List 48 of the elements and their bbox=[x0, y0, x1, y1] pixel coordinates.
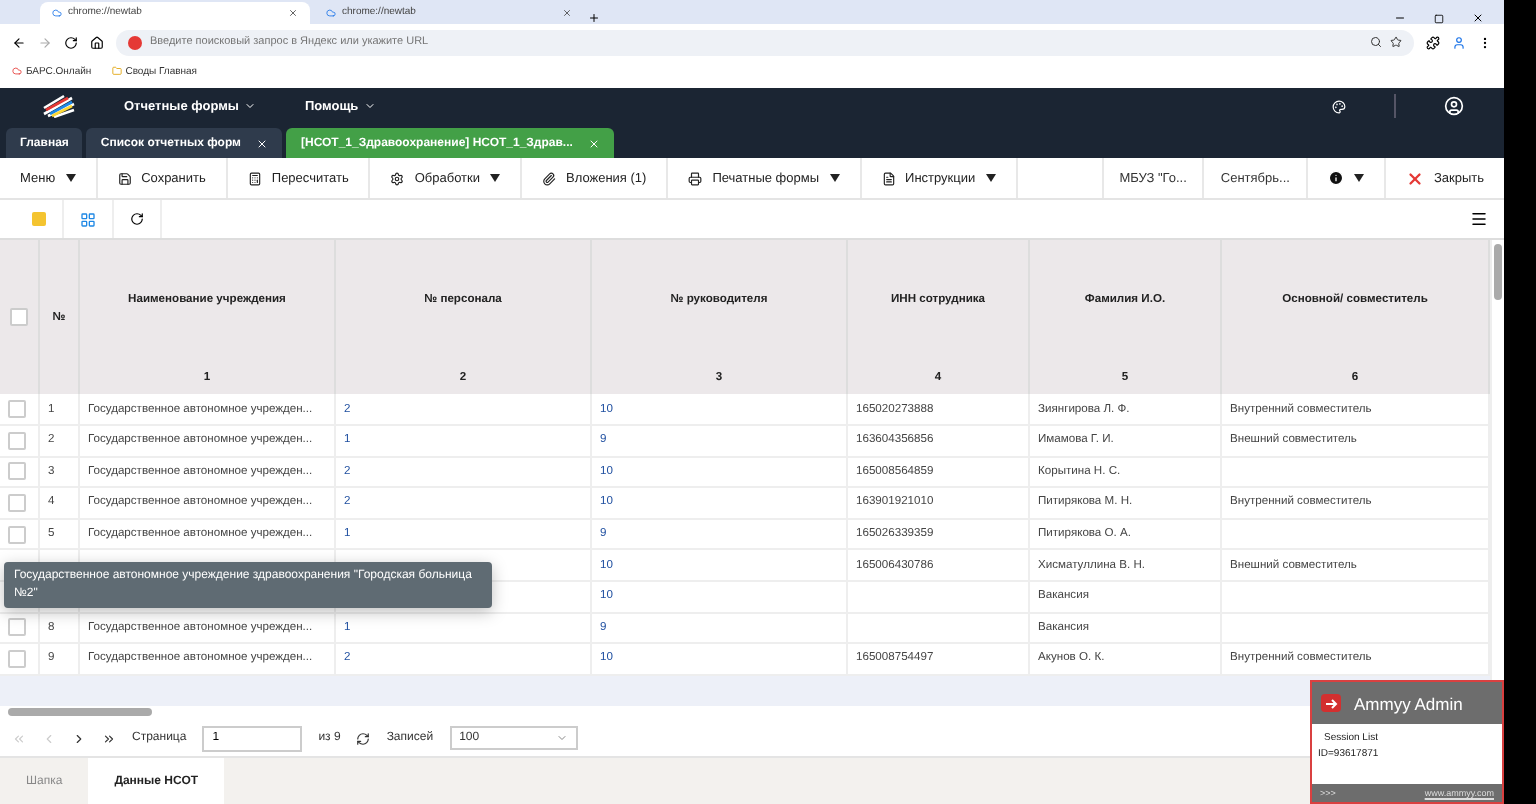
user-icon[interactable] bbox=[1444, 96, 1464, 117]
palette-icon[interactable] bbox=[1332, 99, 1346, 114]
close-icon[interactable] bbox=[1472, 11, 1484, 24]
chevron-down-icon bbox=[244, 100, 257, 113]
gear-icon bbox=[390, 171, 405, 186]
refresh-icon[interactable] bbox=[356, 731, 371, 746]
cloud-icon bbox=[52, 7, 62, 18]
checkbox[interactable] bbox=[8, 493, 26, 512]
checkbox[interactable] bbox=[8, 400, 26, 419]
refresh-icon bbox=[130, 212, 144, 227]
cloud-icon bbox=[12, 66, 22, 77]
menu-icon[interactable] bbox=[1470, 210, 1488, 229]
logo-icon bbox=[40, 94, 76, 119]
checkbox[interactable] bbox=[8, 525, 26, 544]
star-icon[interactable] bbox=[1390, 36, 1402, 49]
calculator-icon bbox=[247, 171, 262, 186]
cloud-icon bbox=[326, 7, 336, 18]
maximize-icon[interactable] bbox=[1434, 13, 1444, 24]
extensions-icon[interactable] bbox=[1426, 35, 1440, 50]
chevron-down-icon bbox=[364, 100, 377, 113]
checkbox[interactable] bbox=[10, 308, 28, 327]
checkbox[interactable] bbox=[8, 431, 26, 450]
vertical-scrollbar[interactable] bbox=[1494, 244, 1502, 301]
app-icon bbox=[1320, 692, 1342, 714]
minimize-icon[interactable] bbox=[1394, 11, 1406, 24]
horizontal-scrollbar[interactable] bbox=[8, 708, 152, 717]
last-page-icon[interactable] bbox=[102, 731, 116, 746]
save-icon bbox=[117, 171, 132, 186]
chevron-down-icon bbox=[555, 732, 568, 745]
reload-icon[interactable] bbox=[64, 35, 78, 50]
checkbox[interactable] bbox=[8, 649, 26, 668]
grid-icon bbox=[80, 211, 96, 228]
paperclip-icon bbox=[542, 171, 556, 186]
checkbox[interactable] bbox=[8, 462, 26, 481]
more-icon[interactable] bbox=[1478, 35, 1492, 50]
next-page-icon[interactable] bbox=[72, 731, 86, 746]
printer-icon bbox=[688, 171, 703, 186]
checkbox[interactable] bbox=[8, 618, 26, 637]
info-icon bbox=[1327, 170, 1344, 187]
profile-icon[interactable] bbox=[1452, 35, 1466, 50]
search-icon[interactable] bbox=[1370, 36, 1382, 49]
site-icon bbox=[128, 35, 142, 50]
document-icon bbox=[881, 171, 896, 186]
new-tab-icon[interactable] bbox=[588, 11, 600, 24]
home-icon[interactable] bbox=[90, 35, 104, 50]
back-icon[interactable] bbox=[12, 35, 26, 50]
window-title: Ammyy Admin bbox=[1354, 693, 1463, 713]
close-icon bbox=[1405, 169, 1424, 188]
